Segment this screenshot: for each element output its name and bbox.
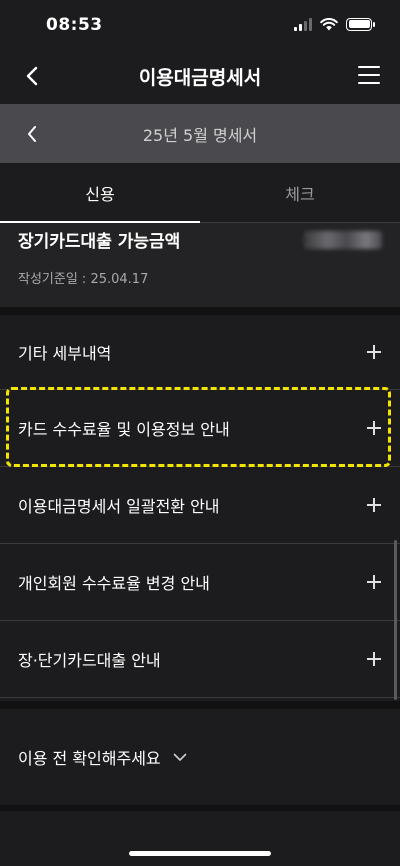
previous-month-button[interactable] bbox=[20, 120, 44, 148]
month-label: 25년 5월 명세서 bbox=[142, 125, 258, 145]
section-divider bbox=[0, 307, 400, 315]
wifi-icon bbox=[320, 17, 338, 30]
scrollbar[interactable] bbox=[394, 540, 397, 700]
page-title: 이용대금명세서 bbox=[138, 66, 262, 89]
accordion-item-card-loan-info[interactable]: 장·단기카드대출 안내 bbox=[0, 621, 400, 698]
accordion-item-card-fee-info[interactable]: 카드 수수료율 및 이용정보 안내 bbox=[0, 390, 400, 467]
plus-icon bbox=[367, 421, 381, 435]
tab-check[interactable]: 체크 bbox=[200, 163, 400, 222]
plus-icon bbox=[367, 345, 381, 359]
accordion-item-other-details[interactable]: 기타 세부내역 bbox=[0, 315, 400, 390]
accordion-label: 개인회원 수수료율 변경 안내 bbox=[18, 574, 210, 593]
plus-icon bbox=[367, 498, 381, 512]
tab-credit[interactable]: 신용 bbox=[0, 163, 200, 223]
bottom-area bbox=[0, 805, 400, 866]
accordion-label: 카드 수수료율 및 이용정보 안내 bbox=[18, 420, 230, 439]
status-bar: 08:53 bbox=[0, 0, 400, 48]
notice-toggle[interactable]: 이용 전 확인해주세요 bbox=[0, 709, 400, 805]
menu-icon[interactable] bbox=[358, 66, 380, 84]
reference-date: 작성기준일 : 25.04.17 bbox=[18, 272, 149, 287]
card-type-tabs: 신용 체크 bbox=[0, 163, 400, 223]
month-selector: 25년 5월 명세서 bbox=[0, 104, 400, 163]
loan-limit-title: 장기카드대출 가능금액 bbox=[18, 232, 181, 252]
chevron-left-icon bbox=[26, 66, 38, 86]
chevron-down-icon bbox=[173, 752, 187, 762]
home-indicator[interactable] bbox=[129, 851, 271, 856]
accordion-item-statement-conversion[interactable]: 이용대금명세서 일괄전환 안내 bbox=[0, 467, 400, 544]
section-divider bbox=[0, 701, 400, 709]
accordion-item-fee-rate-change[interactable]: 개인회원 수수료율 변경 안내 bbox=[0, 544, 400, 621]
cellular-signal-icon bbox=[294, 17, 312, 31]
plus-icon bbox=[367, 575, 381, 589]
masked-amount bbox=[304, 230, 382, 249]
back-button[interactable] bbox=[20, 62, 44, 90]
plus-icon bbox=[367, 652, 381, 666]
status-icons bbox=[294, 17, 375, 31]
notice-label: 이용 전 확인해주세요 bbox=[18, 749, 161, 768]
info-accordion-list: 기타 세부내역 카드 수수료율 및 이용정보 안내 이용대금명세서 일괄전환 안… bbox=[0, 315, 400, 698]
accordion-label: 이용대금명세서 일괄전환 안내 bbox=[18, 497, 220, 516]
status-time: 08:53 bbox=[46, 15, 103, 35]
chevron-left-icon bbox=[28, 126, 36, 142]
accordion-label: 장·단기카드대출 안내 bbox=[18, 651, 161, 670]
accordion-label: 기타 세부내역 bbox=[18, 344, 112, 363]
nav-header: 이용대금명세서 bbox=[0, 48, 400, 104]
battery-icon bbox=[346, 17, 375, 31]
loan-limit-summary: 장기카드대출 가능금액 작성기준일 : 25.04.17 bbox=[0, 223, 400, 307]
